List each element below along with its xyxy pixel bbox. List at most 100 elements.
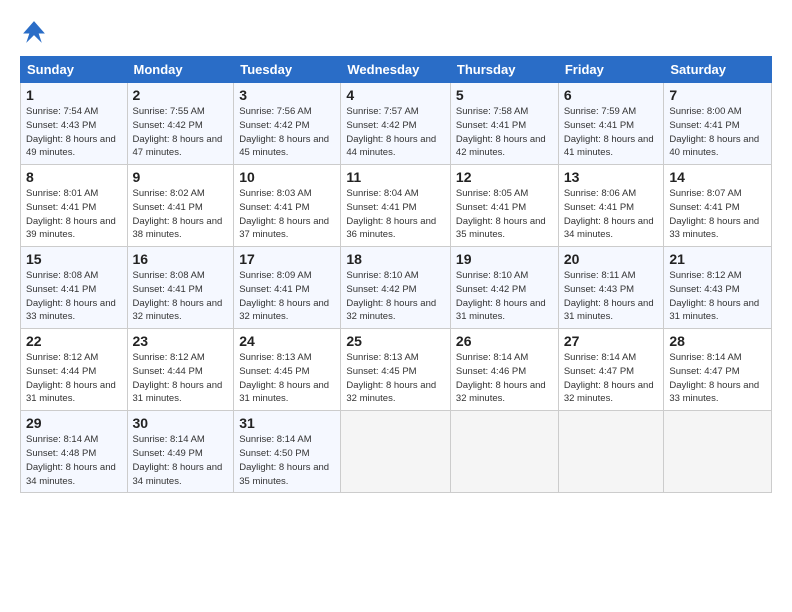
calendar-cell — [664, 411, 772, 493]
calendar-cell: 20 Sunrise: 8:11 AMSunset: 4:43 PMDaylig… — [558, 247, 664, 329]
calendar-cell: 28 Sunrise: 8:14 AMSunset: 4:47 PMDaylig… — [664, 329, 772, 411]
col-header-thursday: Thursday — [450, 57, 558, 83]
calendar-table: SundayMondayTuesdayWednesdayThursdayFrid… — [20, 56, 772, 493]
calendar-cell — [450, 411, 558, 493]
calendar-cell: 5 Sunrise: 7:58 AMSunset: 4:41 PMDayligh… — [450, 83, 558, 165]
day-number: 27 — [564, 333, 659, 349]
logo — [20, 18, 52, 46]
day-number: 12 — [456, 169, 553, 185]
day-detail: Sunrise: 8:13 AMSunset: 4:45 PMDaylight:… — [346, 352, 436, 404]
day-number: 15 — [26, 251, 122, 267]
calendar-cell: 25 Sunrise: 8:13 AMSunset: 4:45 PMDaylig… — [341, 329, 451, 411]
day-detail: Sunrise: 8:12 AMSunset: 4:44 PMDaylight:… — [133, 352, 223, 404]
day-number: 24 — [239, 333, 335, 349]
calendar-cell: 1 Sunrise: 7:54 AMSunset: 4:43 PMDayligh… — [21, 83, 128, 165]
day-number: 25 — [346, 333, 445, 349]
calendar-cell: 22 Sunrise: 8:12 AMSunset: 4:44 PMDaylig… — [21, 329, 128, 411]
calendar-header-row: SundayMondayTuesdayWednesdayThursdayFrid… — [21, 57, 772, 83]
day-detail: Sunrise: 8:09 AMSunset: 4:41 PMDaylight:… — [239, 270, 329, 322]
calendar-cell — [558, 411, 664, 493]
page: SundayMondayTuesdayWednesdayThursdayFrid… — [0, 0, 792, 503]
calendar-cell: 6 Sunrise: 7:59 AMSunset: 4:41 PMDayligh… — [558, 83, 664, 165]
calendar-week-4: 22 Sunrise: 8:12 AMSunset: 4:44 PMDaylig… — [21, 329, 772, 411]
day-number: 10 — [239, 169, 335, 185]
calendar-cell: 9 Sunrise: 8:02 AMSunset: 4:41 PMDayligh… — [127, 165, 234, 247]
calendar-cell: 16 Sunrise: 8:08 AMSunset: 4:41 PMDaylig… — [127, 247, 234, 329]
calendar-cell: 19 Sunrise: 8:10 AMSunset: 4:42 PMDaylig… — [450, 247, 558, 329]
day-detail: Sunrise: 7:54 AMSunset: 4:43 PMDaylight:… — [26, 106, 116, 158]
calendar-cell: 27 Sunrise: 8:14 AMSunset: 4:47 PMDaylig… — [558, 329, 664, 411]
calendar-cell: 12 Sunrise: 8:05 AMSunset: 4:41 PMDaylig… — [450, 165, 558, 247]
calendar-week-1: 1 Sunrise: 7:54 AMSunset: 4:43 PMDayligh… — [21, 83, 772, 165]
calendar-cell: 21 Sunrise: 8:12 AMSunset: 4:43 PMDaylig… — [664, 247, 772, 329]
col-header-friday: Friday — [558, 57, 664, 83]
day-detail: Sunrise: 8:14 AMSunset: 4:46 PMDaylight:… — [456, 352, 546, 404]
day-detail: Sunrise: 8:14 AMSunset: 4:47 PMDaylight:… — [669, 352, 759, 404]
col-header-monday: Monday — [127, 57, 234, 83]
day-number: 30 — [133, 415, 229, 431]
day-number: 4 — [346, 87, 445, 103]
day-detail: Sunrise: 8:12 AMSunset: 4:43 PMDaylight:… — [669, 270, 759, 322]
calendar-cell: 14 Sunrise: 8:07 AMSunset: 4:41 PMDaylig… — [664, 165, 772, 247]
calendar-cell: 29 Sunrise: 8:14 AMSunset: 4:48 PMDaylig… — [21, 411, 128, 493]
day-detail: Sunrise: 8:02 AMSunset: 4:41 PMDaylight:… — [133, 188, 223, 240]
calendar-cell: 23 Sunrise: 8:12 AMSunset: 4:44 PMDaylig… — [127, 329, 234, 411]
day-number: 26 — [456, 333, 553, 349]
day-number: 29 — [26, 415, 122, 431]
day-detail: Sunrise: 8:08 AMSunset: 4:41 PMDaylight:… — [133, 270, 223, 322]
day-detail: Sunrise: 8:10 AMSunset: 4:42 PMDaylight:… — [456, 270, 546, 322]
day-number: 19 — [456, 251, 553, 267]
day-detail: Sunrise: 8:08 AMSunset: 4:41 PMDaylight:… — [26, 270, 116, 322]
day-number: 14 — [669, 169, 766, 185]
day-number: 2 — [133, 87, 229, 103]
day-number: 3 — [239, 87, 335, 103]
logo-icon — [20, 18, 48, 46]
day-detail: Sunrise: 8:05 AMSunset: 4:41 PMDaylight:… — [456, 188, 546, 240]
calendar-cell: 7 Sunrise: 8:00 AMSunset: 4:41 PMDayligh… — [664, 83, 772, 165]
calendar-cell: 18 Sunrise: 8:10 AMSunset: 4:42 PMDaylig… — [341, 247, 451, 329]
day-number: 28 — [669, 333, 766, 349]
calendar-cell: 10 Sunrise: 8:03 AMSunset: 4:41 PMDaylig… — [234, 165, 341, 247]
day-number: 11 — [346, 169, 445, 185]
day-number: 16 — [133, 251, 229, 267]
calendar-cell: 15 Sunrise: 8:08 AMSunset: 4:41 PMDaylig… — [21, 247, 128, 329]
day-detail: Sunrise: 8:10 AMSunset: 4:42 PMDaylight:… — [346, 270, 436, 322]
calendar-cell: 11 Sunrise: 8:04 AMSunset: 4:41 PMDaylig… — [341, 165, 451, 247]
day-number: 8 — [26, 169, 122, 185]
day-detail: Sunrise: 7:58 AMSunset: 4:41 PMDaylight:… — [456, 106, 546, 158]
day-detail: Sunrise: 8:07 AMSunset: 4:41 PMDaylight:… — [669, 188, 759, 240]
calendar-cell: 13 Sunrise: 8:06 AMSunset: 4:41 PMDaylig… — [558, 165, 664, 247]
header — [20, 18, 772, 46]
day-number: 7 — [669, 87, 766, 103]
day-detail: Sunrise: 7:55 AMSunset: 4:42 PMDaylight:… — [133, 106, 223, 158]
day-number: 5 — [456, 87, 553, 103]
calendar-cell: 17 Sunrise: 8:09 AMSunset: 4:41 PMDaylig… — [234, 247, 341, 329]
calendar-cell: 31 Sunrise: 8:14 AMSunset: 4:50 PMDaylig… — [234, 411, 341, 493]
col-header-sunday: Sunday — [21, 57, 128, 83]
calendar-cell: 4 Sunrise: 7:57 AMSunset: 4:42 PMDayligh… — [341, 83, 451, 165]
calendar-cell — [341, 411, 451, 493]
day-detail: Sunrise: 7:57 AMSunset: 4:42 PMDaylight:… — [346, 106, 436, 158]
day-number: 17 — [239, 251, 335, 267]
day-detail: Sunrise: 7:59 AMSunset: 4:41 PMDaylight:… — [564, 106, 654, 158]
day-detail: Sunrise: 7:56 AMSunset: 4:42 PMDaylight:… — [239, 106, 329, 158]
calendar-week-2: 8 Sunrise: 8:01 AMSunset: 4:41 PMDayligh… — [21, 165, 772, 247]
day-number: 6 — [564, 87, 659, 103]
day-detail: Sunrise: 8:14 AMSunset: 4:48 PMDaylight:… — [26, 434, 116, 486]
day-detail: Sunrise: 8:14 AMSunset: 4:49 PMDaylight:… — [133, 434, 223, 486]
day-detail: Sunrise: 8:14 AMSunset: 4:50 PMDaylight:… — [239, 434, 329, 486]
day-number: 1 — [26, 87, 122, 103]
day-detail: Sunrise: 8:00 AMSunset: 4:41 PMDaylight:… — [669, 106, 759, 158]
calendar-week-3: 15 Sunrise: 8:08 AMSunset: 4:41 PMDaylig… — [21, 247, 772, 329]
col-header-wednesday: Wednesday — [341, 57, 451, 83]
day-number: 23 — [133, 333, 229, 349]
day-number: 9 — [133, 169, 229, 185]
day-number: 18 — [346, 251, 445, 267]
day-detail: Sunrise: 8:11 AMSunset: 4:43 PMDaylight:… — [564, 270, 654, 322]
day-detail: Sunrise: 8:03 AMSunset: 4:41 PMDaylight:… — [239, 188, 329, 240]
day-number: 13 — [564, 169, 659, 185]
day-detail: Sunrise: 8:04 AMSunset: 4:41 PMDaylight:… — [346, 188, 436, 240]
calendar-cell: 26 Sunrise: 8:14 AMSunset: 4:46 PMDaylig… — [450, 329, 558, 411]
day-number: 20 — [564, 251, 659, 267]
calendar-cell: 2 Sunrise: 7:55 AMSunset: 4:42 PMDayligh… — [127, 83, 234, 165]
